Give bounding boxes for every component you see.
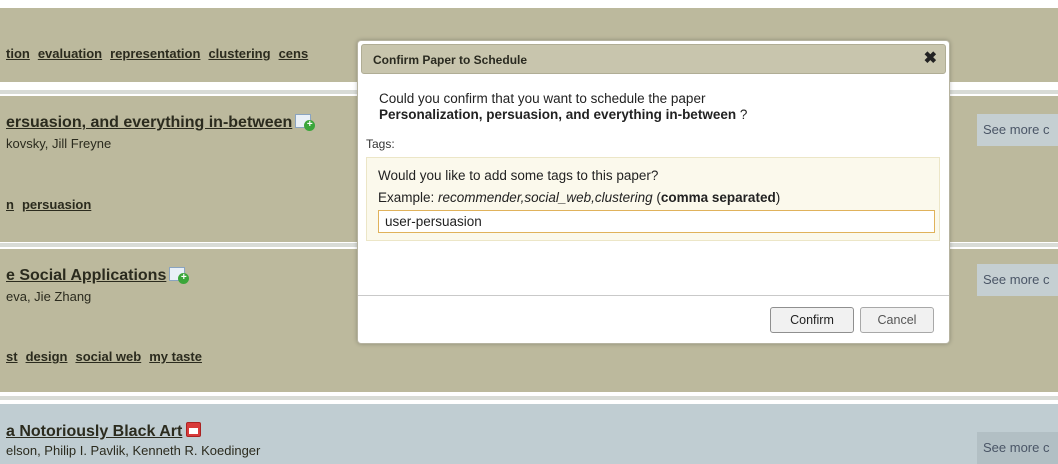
tag-link[interactable]: n	[6, 197, 14, 212]
tag-link[interactable]: my taste	[149, 349, 202, 364]
see-more-button[interactable]: See more c	[977, 432, 1058, 464]
example-prefix: Example:	[378, 190, 439, 205]
add-to-schedule-icon[interactable]	[169, 267, 190, 284]
tags-example: Example: recommender,social_web,clusteri…	[378, 190, 781, 205]
paper-tag-list: n persuasion	[6, 197, 99, 212]
paper-title-text[interactable]: a Notoriously Black Art	[6, 423, 182, 440]
tag-link[interactable]: cens	[279, 46, 309, 61]
paper-authors: eva, Jie Zhang	[6, 289, 92, 304]
dialog-divider	[358, 295, 949, 296]
row-separator	[0, 396, 1058, 400]
tags-label: Tags:	[366, 137, 395, 151]
dialog-header[interactable]: Confirm Paper to Schedule ✖	[361, 44, 946, 74]
dialog-title: Confirm Paper to Schedule	[373, 53, 528, 67]
confirm-button[interactable]: Confirm	[770, 307, 854, 333]
paper-authors: elson, Philip I. Pavlik, Kenneth R. Koed…	[6, 443, 261, 458]
paper-tag-list: st design social web my taste	[6, 349, 210, 364]
tag-link[interactable]: design	[26, 349, 68, 364]
example-value: recommender,social_web,clustering	[438, 190, 653, 205]
top-tag-list: tion evaluation representation clustering ce…	[6, 46, 316, 61]
see-more-button[interactable]: See more c	[977, 264, 1058, 296]
tags-question: Would you like to add some tags to this …	[378, 168, 659, 183]
confirm-paper-title: Personalization, persuasion, and everyth…	[379, 107, 737, 122]
paper-title-text[interactable]: e Social Applications	[6, 267, 166, 284]
paper-title-link[interactable]: e Social Applications	[6, 267, 190, 285]
tag-link[interactable]: evaluation	[38, 46, 102, 61]
paper-authors: kovsky, Jill Freyne	[6, 136, 112, 151]
confirm-question-text: Could you confirm that you want to sched…	[379, 91, 706, 106]
confirm-question: Could you confirm that you want to sched…	[379, 91, 929, 123]
tag-link[interactable]: representation	[110, 46, 200, 61]
example-note: comma separated	[660, 190, 776, 205]
tag-link[interactable]: social web	[75, 349, 141, 364]
see-more-button[interactable]: See more c	[977, 114, 1058, 146]
tag-link[interactable]: clustering	[208, 46, 270, 61]
paper-title-text[interactable]: ersuasion, and everything in-between	[6, 114, 292, 131]
paper-title-link[interactable]: ersuasion, and everything in-between	[6, 114, 316, 132]
remove-from-schedule-icon[interactable]	[186, 422, 202, 437]
tags-panel: Would you like to add some tags to this …	[366, 157, 940, 241]
question-mark: ?	[736, 107, 748, 122]
confirm-schedule-dialog: Confirm Paper to Schedule ✖ Could you co…	[357, 40, 950, 344]
close-icon[interactable]: ✖	[924, 48, 937, 68]
tag-link[interactable]: persuasion	[22, 197, 91, 212]
add-to-schedule-icon[interactable]	[295, 114, 316, 131]
paper-title-link[interactable]: a Notoriously Black Art	[6, 422, 202, 441]
tag-link[interactable]: st	[6, 349, 18, 364]
cancel-button[interactable]: Cancel	[860, 307, 934, 333]
tag-link[interactable]: tion	[6, 46, 30, 61]
tags-input[interactable]	[378, 210, 935, 233]
